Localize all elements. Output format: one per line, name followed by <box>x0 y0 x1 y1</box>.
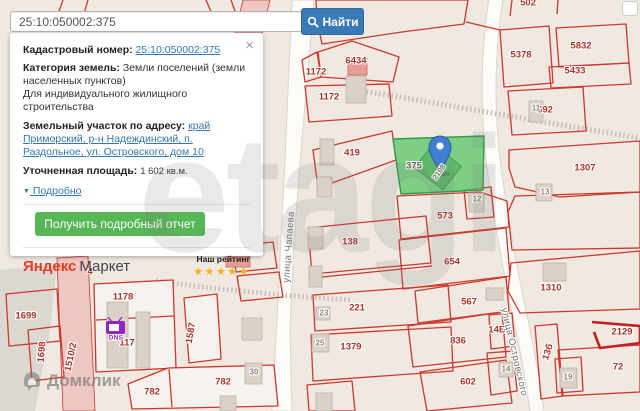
building-label: 23 <box>319 308 329 318</box>
category-label: Категория земель: <box>23 62 120 74</box>
parcel-label: 602 <box>460 376 476 388</box>
building-label: 14 <box>501 364 511 374</box>
building-label: 13 <box>540 187 550 197</box>
cadastral-map-app: 6434 1172 1172 419 138 573 654 567 836 6… <box>0 0 640 411</box>
rating-block: Наш рейтинг ★★★★★ <box>193 253 250 279</box>
parcel-label: 502 <box>520 0 536 9</box>
star-rating: ★★★★★ <box>193 266 250 278</box>
parcel-label: 836 <box>450 335 466 347</box>
search-input[interactable] <box>10 11 307 32</box>
parcel-label: 573 <box>437 210 453 222</box>
parcel-label: 1172 <box>305 66 327 78</box>
parcel-label: 782 <box>215 376 231 388</box>
parcel-label: 1178 <box>112 291 134 303</box>
parcel-label: 654 <box>444 256 460 268</box>
search-icon <box>307 16 319 28</box>
building-label: 12 <box>472 194 482 204</box>
parcel-label: 1698 <box>35 340 49 364</box>
area-row: Уточненная площадь: 1 602 кв.м. <box>23 165 250 178</box>
address-label: Земельный участок по адресу: <box>23 120 186 132</box>
parcel-label: 419 <box>344 147 360 159</box>
search-button-label: Найти <box>322 14 359 29</box>
panel-footer: Яндекс Маркет Наш рейтинг ★★★★★ <box>23 253 250 279</box>
parcel-label: 5433 <box>564 65 586 77</box>
address-row: Земельный участок по адресу: край Примор… <box>23 120 250 159</box>
building-label: 30 <box>249 367 259 377</box>
building-label: 19 <box>563 372 573 382</box>
close-icon[interactable]: × <box>245 38 254 53</box>
parcel-label: 2129 <box>611 326 633 338</box>
parcel-label: 5832 <box>570 40 592 52</box>
parcel-label: 1307 <box>574 162 596 174</box>
parcel-label: 5378 <box>510 49 532 61</box>
chevron-down-icon: ▼ <box>23 188 30 195</box>
parcel-label: 1379 <box>340 341 362 353</box>
category-row: Категория земель: Земли поселений (земли… <box>23 62 250 114</box>
building-label: 11 <box>531 103 541 113</box>
category-extra: Для индивидуального жилищного строительс… <box>23 88 188 113</box>
cadastral-number-link[interactable]: 25:10:050002:375 <box>136 44 221 56</box>
parcel-label: 138 <box>342 236 358 248</box>
market-logo-text: Маркет <box>79 257 131 275</box>
search-button[interactable]: Найти <box>301 8 364 35</box>
parcel-label: 567 <box>461 296 477 308</box>
selected-parcel-label: 375 <box>406 160 422 172</box>
report-button[interactable]: Получить подробный отчет <box>35 212 205 236</box>
area-label: Уточненная площадь: <box>23 165 138 177</box>
parcel-label: 1310 <box>540 282 562 294</box>
parcel-label: 6434 <box>345 55 367 67</box>
parcel-label: 1699 <box>15 310 37 322</box>
yandex-market-logo: Яндекс Маркет <box>23 257 131 275</box>
yandex-logo-text: Яндекс <box>23 257 77 275</box>
divider <box>23 247 250 248</box>
map-control[interactable] <box>622 1 638 16</box>
parcel-label: 72 <box>612 361 624 373</box>
building-label: 25 <box>315 338 325 348</box>
rating-label: Наш рейтинг <box>196 254 250 264</box>
parcel-label: 1172 <box>318 91 340 103</box>
area-value: 1 602 кв.м. <box>140 166 188 177</box>
details-link[interactable]: ▼ Подробно <box>23 185 81 198</box>
parcel-label: 782 <box>144 386 160 398</box>
details-label: Подробно <box>32 185 82 197</box>
cadastral-row: Кадастровый номер: 25:10:050002:375 <box>23 44 250 57</box>
parcel-info-panel: × Кадастровый номер: 25:10:050002:375 Ка… <box>10 33 263 278</box>
parcel-label: 221 <box>349 302 365 314</box>
dns-store-label: DNS <box>108 334 124 342</box>
cadastral-label: Кадастровый номер: <box>23 44 133 56</box>
divider <box>23 204 250 205</box>
